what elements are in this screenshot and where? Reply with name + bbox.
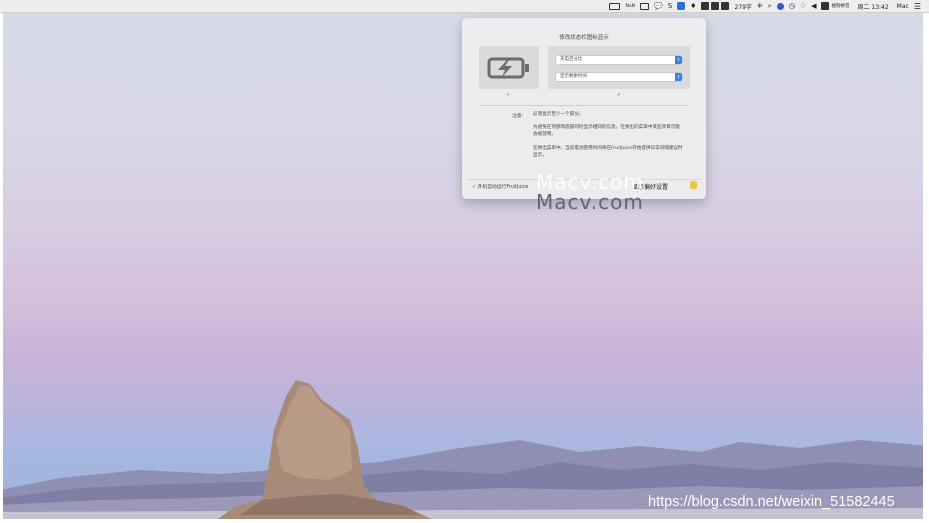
bottom-display-value: 显示剩余时间 — [560, 74, 587, 79]
battery-charging-icon — [487, 57, 529, 78]
select-arrow-icon: ⇕ — [675, 73, 682, 81]
note-line-3: 在弹出菜单中，当前电池使用时间将在FruitJuice开始提供日常间隔建议时显示… — [533, 146, 683, 158]
app-dark-icon-3[interactable] — [721, 2, 730, 10]
ime-status[interactable]: NaN — [625, 4, 635, 9]
watermark-secondary: Macv.com — [536, 190, 644, 214]
panel-title: 修改状态栏图标显示 — [559, 35, 609, 41]
dollar-icon[interactable]: S — [668, 2, 672, 10]
note-label: 注意： — [512, 114, 527, 119]
battery-preview — [479, 46, 539, 89]
screen-border-bottom — [0, 519, 929, 523]
launch-at-login-checkbox[interactable]: ✓ 开机自动运行FruitJuice — [472, 183, 528, 190]
grid-icon[interactable]: ⁜ — [757, 2, 763, 10]
fruitjuice-app-icon[interactable] — [690, 181, 697, 189]
siri-icon[interactable] — [776, 2, 784, 10]
time-machine-icon[interactable]: ◷ — [789, 2, 795, 10]
display-options-group: 充电百分比 ⇕ 显示剩余时间 ⇕ — [548, 46, 690, 89]
user-name[interactable]: Mac — [897, 3, 909, 10]
csdn-watermark: https://blog.csdn.net/weixin_51582445 — [648, 494, 895, 510]
wifi-icon[interactable]: ♢ — [800, 2, 806, 10]
note-line-1: 必须显示至少一个部分。 — [533, 112, 584, 117]
screen-border-right — [923, 0, 929, 523]
chat-icon[interactable]: 💬 — [654, 2, 663, 10]
bottom-display-select[interactable]: 显示剩余时间 ⇕ — [556, 73, 682, 81]
app-dark-icon-1[interactable] — [701, 2, 710, 10]
input-method-label[interactable]: 搜狗拼音 — [831, 3, 849, 9]
battery-status-icon[interactable] — [609, 2, 621, 10]
menu-bar: NaN 💬 S ♦ 279字 ⁜ ⌕ ◷ ♢ ◀ 搜狗拼音 周二 13:42 M… — [0, 0, 929, 13]
list-icon[interactable]: ☰ — [914, 2, 921, 11]
input-method-icon[interactable] — [821, 2, 830, 10]
options-checkmark[interactable]: ✓ — [617, 92, 621, 98]
select-arrow-icon: ⇕ — [675, 56, 682, 64]
window-icon[interactable] — [639, 2, 649, 10]
preview-checkmark[interactable]: ✓ — [506, 92, 510, 98]
word-count[interactable]: 279字 — [734, 2, 751, 11]
search-icon[interactable]: ⌕ — [768, 2, 772, 11]
panel-divider — [479, 105, 689, 106]
note-line-2: 为避免在顶部和底部同时显示相同的信息，在弹出的菜单中某些项目可能会被禁用。 — [533, 125, 681, 137]
paw-icon[interactable]: ♦ — [690, 2, 696, 10]
screen-border-left — [0, 0, 3, 523]
app-blue-icon[interactable] — [677, 2, 686, 10]
top-display-select[interactable]: 充电百分比 ⇕ — [556, 56, 682, 64]
menu-clock[interactable]: 周二 13:42 — [857, 2, 888, 11]
app-dark-icon-2[interactable] — [711, 2, 720, 10]
volume-icon[interactable]: ◀ — [811, 2, 816, 10]
top-display-value: 充电百分比 — [560, 57, 583, 62]
